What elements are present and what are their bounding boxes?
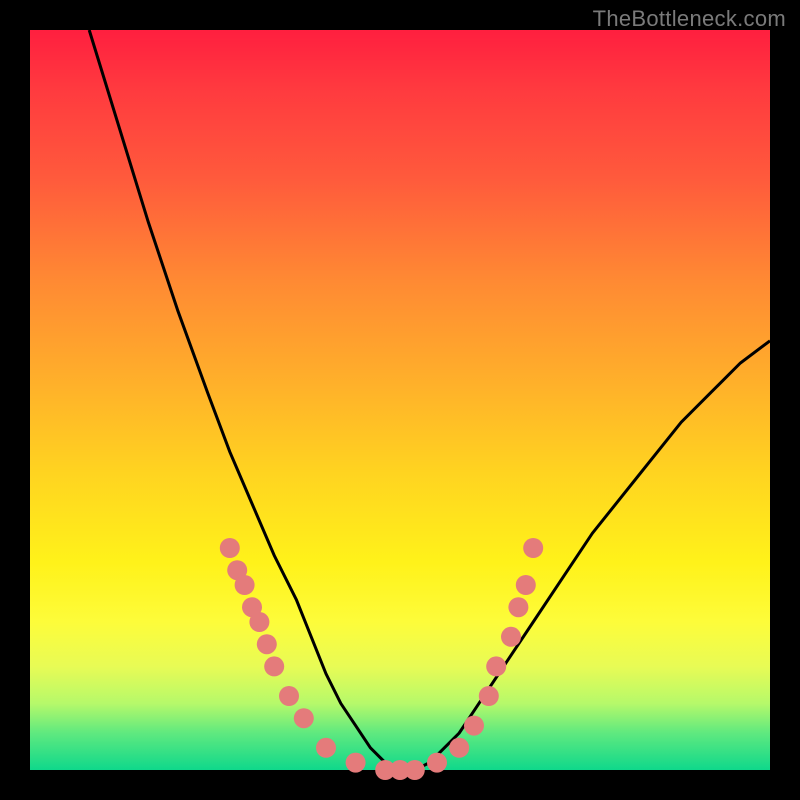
data-marker [220, 538, 240, 558]
plot-area [30, 30, 770, 770]
data-marker [257, 634, 277, 654]
data-marker [449, 738, 469, 758]
watermark-text: TheBottleneck.com [593, 6, 786, 32]
data-marker [486, 656, 506, 676]
bottleneck-curve [89, 30, 770, 770]
marker-group [220, 538, 543, 780]
data-marker [405, 760, 425, 780]
chart-stage: TheBottleneck.com [0, 0, 800, 800]
data-marker [464, 716, 484, 736]
data-marker [316, 738, 336, 758]
data-marker [346, 753, 366, 773]
data-marker [427, 753, 447, 773]
data-marker [523, 538, 543, 558]
curve-svg [30, 30, 770, 770]
data-marker [279, 686, 299, 706]
data-marker [501, 627, 521, 647]
data-marker [516, 575, 536, 595]
data-marker [235, 575, 255, 595]
data-marker [249, 612, 269, 632]
data-marker [294, 708, 314, 728]
data-marker [508, 597, 528, 617]
data-marker [264, 656, 284, 676]
data-marker [479, 686, 499, 706]
